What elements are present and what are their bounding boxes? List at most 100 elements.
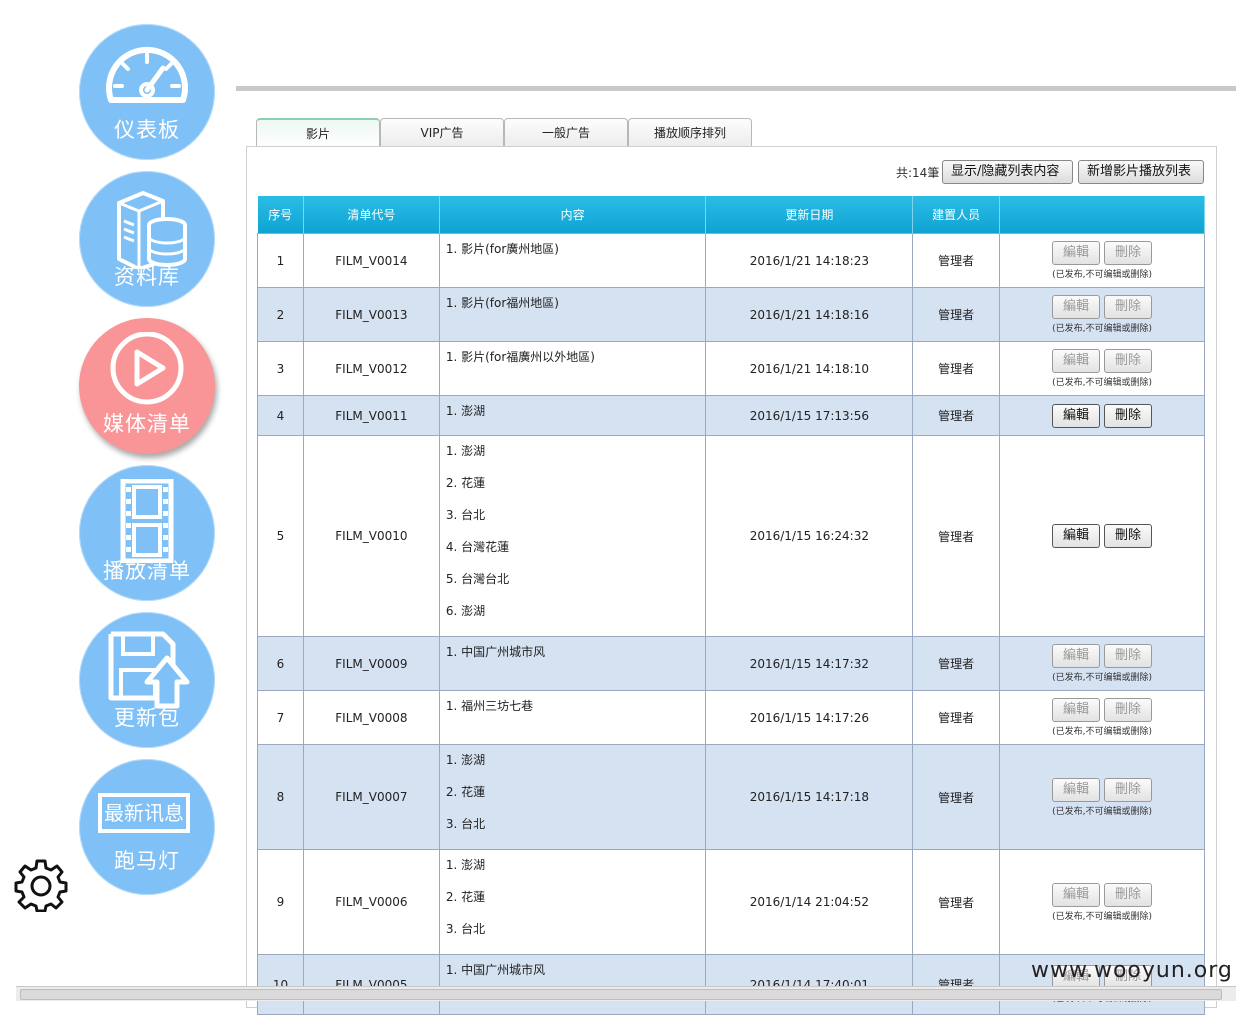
delete-button[interactable]: 刪除 — [1104, 241, 1153, 265]
delete-button[interactable]: 刪除 — [1104, 403, 1153, 428]
row-number: 2 — [257, 287, 304, 342]
update-date: 2016/1/14 21:04:52 — [705, 849, 914, 955]
creator: 管理者 — [912, 690, 1001, 745]
column-header: 更新日期 — [705, 196, 914, 234]
content-item: 3. 台北 — [445, 817, 486, 831]
content-cell: 1. 影片(for福州地區) — [438, 287, 707, 342]
edit-button[interactable]: 編輯 — [1052, 882, 1101, 907]
delete-button[interactable]: 刪除 — [1104, 295, 1153, 319]
edit-button[interactable]: 編輯 — [1052, 295, 1101, 319]
toggle-list-button[interactable]: 显示/隐藏列表内容 — [942, 160, 1073, 184]
delete-button[interactable]: 刪除 — [1104, 349, 1153, 373]
row-number: 3 — [257, 341, 304, 396]
edit-button[interactable]: 編輯 — [1052, 698, 1101, 722]
edit-button[interactable]: 編輯 — [1052, 241, 1101, 265]
record-count: 共:14筆 — [896, 166, 940, 180]
content-cell: 1. 澎湖 2. 花蓮 3. 台北 — [438, 744, 707, 850]
nav-label: 媒体清单 — [103, 412, 191, 436]
update-date: 2016/1/15 14:17:32 — [705, 636, 914, 691]
list-code: FILM_V0009 — [302, 636, 440, 691]
table-row: 6 FILM_V0009 1. 中国广州城市风 2016/1/15 14:17:32 管… — [257, 636, 1205, 691]
tab-play-order[interactable]: 播放顺序排列 — [628, 118, 752, 147]
gear-icon[interactable] — [14, 858, 68, 913]
actions-cell: 編輯刪除 (已发布,不可编辑或删除) — [999, 233, 1205, 288]
top-divider — [236, 86, 1236, 91]
locked-note: (已发布,不可编辑或删除) — [1052, 727, 1152, 737]
nav-update-package[interactable]: 更新包 — [79, 612, 215, 748]
content-item: 5. 台灣台北 — [445, 572, 510, 586]
edit-button[interactable]: 編輯 — [1052, 524, 1101, 548]
delete-button[interactable]: 刪除 — [1104, 777, 1153, 802]
nav-label: 资料库 — [114, 265, 180, 289]
nav-playlist[interactable]: 播放清单 — [79, 465, 215, 601]
actions-cell: 編輯刪除 (已发布,不可编辑或删除) — [999, 636, 1205, 691]
nav-media-list[interactable]: 媒体清单 — [79, 318, 215, 454]
content-cell: 1. 影片(for福廣州以外地區) — [438, 341, 707, 396]
row-number: 10 — [257, 954, 304, 1015]
list-code: FILM_V0012 — [302, 341, 440, 396]
column-header: 建置人员 — [912, 196, 1001, 234]
update-date: 2016/1/15 17:13:56 — [705, 395, 914, 436]
nav-database[interactable]: 资料库 — [79, 171, 215, 307]
edit-button[interactable]: 編輯 — [1052, 349, 1101, 373]
tab-vip-ads[interactable]: VIP广告 — [380, 118, 504, 147]
nav-dashboard[interactable]: 仪表板 — [79, 24, 215, 160]
update-date: 2016/1/21 14:18:16 — [705, 287, 914, 342]
table-row: 3 FILM_V0012 1. 影片(for福廣州以外地區) 2016/1/21 14… — [257, 341, 1205, 396]
table-row: 2 FILM_V0013 1. 影片(for福州地區) 2016/1/21 14:18… — [257, 287, 1205, 342]
content-item: 1. 影片(for福廣州以外地區) — [445, 350, 595, 364]
creator: 管理者 — [912, 954, 1001, 1015]
content-item: 4. 台灣花蓮 — [445, 540, 510, 554]
nav-marquee[interactable]: 最新讯息 跑马灯 — [79, 759, 215, 895]
list-code: FILM_V0007 — [302, 744, 440, 850]
list-code: FILM_V0011 — [302, 395, 440, 436]
floppy-upload-icon — [79, 626, 215, 709]
nav-label: 仪表板 — [114, 118, 180, 142]
content-item: 1. 澎湖 — [445, 858, 486, 872]
column-header: 序号 — [257, 196, 304, 234]
content-cell: 1. 澎湖 — [438, 395, 707, 436]
list-code: FILM_V0013 — [302, 287, 440, 342]
delete-button[interactable]: 刪除 — [1104, 882, 1153, 907]
horizontal-scrollbar[interactable] — [16, 986, 1236, 1001]
news-banner-icon: 最新讯息 — [98, 793, 190, 833]
delete-button[interactable]: 刪除 — [1104, 698, 1153, 722]
locked-note: (已发布,不可编辑或删除) — [1052, 270, 1152, 280]
update-date: 2016/1/21 14:18:10 — [705, 341, 914, 396]
locked-note: (已发布,不可编辑或删除) — [1052, 806, 1152, 817]
table-row: 9 FILM_V0006 1. 澎湖 2. 花蓮 3. 台北 2016/1/14 21:0… — [257, 849, 1205, 955]
row-number: 9 — [257, 849, 304, 955]
media-list-table: 序号 清单代号 内容 更新日期 建置人员 1 FILM_V0014 1. 影片(fo… — [257, 196, 1205, 1015]
edit-button[interactable]: 編輯 — [1052, 777, 1101, 802]
column-header: 内容 — [439, 196, 707, 234]
edit-button[interactable]: 編輯 — [1052, 644, 1101, 668]
content-cell: 1. 福州三坊七巷 — [438, 690, 707, 745]
content-cell: 1. 影片(for廣州地區) — [438, 233, 707, 288]
add-playlist-button[interactable]: 新增影片播放列表 — [1078, 160, 1204, 184]
locked-note: (已发布,不可编辑或删除) — [1052, 911, 1152, 922]
nav-label: 跑马灯 — [114, 849, 180, 873]
list-code: FILM_V0008 — [302, 690, 440, 745]
update-date: 2016/1/15 14:17:18 — [705, 744, 914, 850]
edit-button[interactable]: 編輯 — [1052, 403, 1101, 428]
update-date: 2016/1/14 17:40:01 — [705, 954, 914, 1015]
film-strip-icon — [79, 479, 215, 563]
tab-films[interactable]: 影片 — [256, 118, 380, 149]
row-number: 4 — [257, 395, 304, 436]
content-item: 6. 澎湖 — [445, 604, 486, 618]
list-code: FILM_V0014 — [302, 233, 440, 288]
delete-button[interactable]: 刪除 — [1104, 644, 1153, 668]
tab-general-ads[interactable]: 一般广告 — [504, 118, 628, 147]
actions-cell: 編輯 刪除 — [999, 395, 1205, 436]
row-number: 8 — [257, 744, 304, 850]
delete-button[interactable]: 刪除 — [1104, 524, 1153, 548]
nav-label: 播放清单 — [103, 559, 191, 583]
actions-cell: 編輯 刪除 — [999, 435, 1205, 637]
watermark: www.wooyun.org — [1031, 958, 1233, 983]
scrollbar-thumb[interactable] — [20, 989, 1222, 1000]
locked-note: (已发布,不可编辑或删除) — [1052, 324, 1152, 334]
column-header — [999, 196, 1205, 234]
row-number: 5 — [257, 435, 304, 637]
creator: 管理者 — [912, 287, 1001, 342]
content-cell: 1. 澎湖 2. 花蓮 3. 台北 4. 台灣花蓮 5. 台灣台北 6. 澎湖 — [438, 435, 707, 637]
